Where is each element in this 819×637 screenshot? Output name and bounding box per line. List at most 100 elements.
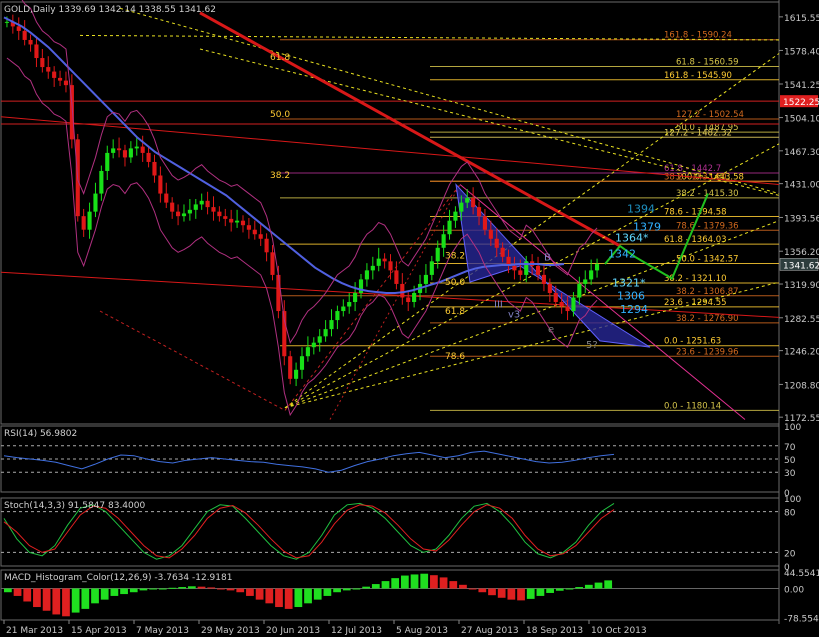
candle-body <box>152 161 157 176</box>
candle-body <box>34 44 39 59</box>
candle-body <box>128 148 133 158</box>
macd-bar <box>400 575 409 589</box>
candle-body <box>488 229 493 239</box>
macd-bar <box>362 586 370 589</box>
macd-bar <box>333 588 341 593</box>
x-tick-label: 15 Apr 2013 <box>71 626 127 636</box>
main-y-tick-label: 1393.56 <box>784 214 819 224</box>
main-y-tick-label: 1467.30 <box>784 148 819 158</box>
macd-bar <box>168 587 177 589</box>
main-chart-title: GOLD,Daily 1339.69 1342.14 1338.55 1341.… <box>4 5 216 15</box>
macd-bar <box>187 586 196 589</box>
candle-body <box>589 270 594 280</box>
candle-body <box>535 265 541 275</box>
fib-level-label: 78.6 - 1379.36 <box>676 221 739 231</box>
candle-body <box>229 218 234 223</box>
fib-level-label: 38.2 - 1276.90 <box>676 314 739 324</box>
macd-bar <box>304 588 312 604</box>
macd-bar <box>488 588 496 596</box>
macd-bar <box>158 588 167 590</box>
stoch-y-tick-label: 80 <box>784 509 796 519</box>
candle-body <box>429 261 434 275</box>
candle-body <box>57 77 63 81</box>
macd-bar <box>565 588 574 590</box>
macd-bar <box>284 588 293 609</box>
main-y-tick-label: 1431.00 <box>784 181 819 191</box>
candle-body <box>406 297 411 303</box>
x-tick-label: 12 Jul 2013 <box>331 626 382 636</box>
macd-bar <box>352 588 361 590</box>
main-y-tick-label: 1319.90 <box>784 281 819 291</box>
candle-body <box>217 211 222 217</box>
candle-body <box>476 207 482 217</box>
fib-annotation: 61.8 <box>270 53 290 63</box>
candle-body <box>81 216 86 230</box>
candle-body <box>311 342 316 348</box>
candle-body <box>447 220 452 235</box>
macd-bar <box>604 580 613 589</box>
candle-body <box>565 306 570 312</box>
candle-body <box>122 150 128 158</box>
macd-bar <box>178 587 187 589</box>
macd-bar <box>294 588 303 608</box>
macd-bar <box>217 588 225 590</box>
main-y-tick-label: 1246.20 <box>784 348 819 358</box>
target-label: 1394 <box>627 203 655 216</box>
candle-body <box>553 292 558 303</box>
candle-body <box>117 148 122 151</box>
candle-body <box>176 211 181 217</box>
candle-body <box>335 311 340 321</box>
macd-y-tick-label: 0.00 <box>784 586 804 596</box>
candle-body <box>105 152 110 171</box>
candle-body <box>28 39 33 45</box>
candle-body <box>258 234 263 239</box>
macd-bar <box>478 588 487 593</box>
candle-body <box>240 220 246 226</box>
fib-level-label: 78.6 - 1394.58 <box>664 208 727 218</box>
macd-bar <box>4 588 12 593</box>
macd-bar <box>468 588 477 590</box>
candle-body <box>435 247 440 262</box>
candle-body <box>252 229 257 235</box>
candle-body <box>465 198 470 203</box>
macd-bar <box>42 588 51 611</box>
main-y-tick-label: 1541.25 <box>784 81 819 91</box>
main-y-tick-label: 1356.20 <box>784 248 819 258</box>
macd-bar <box>110 588 119 596</box>
main-y-tick-label: 1282.55 <box>784 315 819 325</box>
macd-bar <box>246 588 254 596</box>
macd-bar <box>381 581 390 589</box>
rsi-title: RSI(14) 56.9802 <box>4 429 77 439</box>
candle-body <box>63 80 69 86</box>
highlight-price-label: 1522.25 <box>783 98 819 108</box>
macd-bar <box>33 588 41 608</box>
candle-body <box>583 279 588 284</box>
fib-annotation: 38.2 <box>445 252 465 262</box>
main-y-tick-label: 1208.80 <box>784 381 819 391</box>
trend-line <box>199 11 621 248</box>
macd-bar <box>420 573 429 589</box>
macd-bar <box>584 584 593 589</box>
fib-level-label: 50.0 - 1487.95 <box>676 123 739 133</box>
trend-line <box>0 271 780 318</box>
candle-body <box>471 198 476 208</box>
macd-y-tick-label: 44.5541 <box>784 569 819 579</box>
candle-body <box>577 283 582 298</box>
candle-body <box>264 238 269 253</box>
stoch-y-tick-label: 100 <box>784 495 801 505</box>
macd-bar <box>265 588 274 604</box>
macd-bar <box>430 575 438 589</box>
x-tick-label: 10 Oct 2013 <box>591 626 647 636</box>
target-label: 1294 <box>620 303 648 316</box>
candle-body <box>370 265 375 271</box>
target-label: 1321* <box>612 277 646 290</box>
macd-bar <box>323 588 332 596</box>
candle-body <box>270 252 275 275</box>
candle-body <box>547 283 552 293</box>
candle-body <box>4 21 10 23</box>
macd-bar <box>439 577 448 589</box>
macd-bar <box>497 588 506 598</box>
pane-frame-main <box>0 1 780 425</box>
macd-bar <box>120 588 128 595</box>
macd-bar <box>526 588 535 599</box>
